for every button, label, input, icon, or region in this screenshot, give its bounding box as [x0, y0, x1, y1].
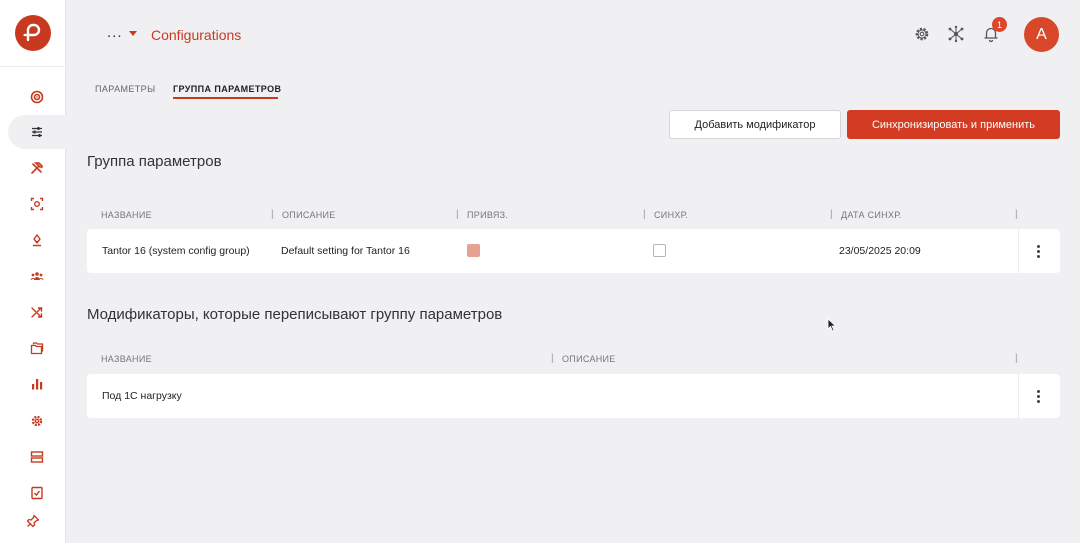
- row-divider: [1018, 229, 1019, 273]
- modifiers-section-title: Модификаторы, которые переписывают групп…: [87, 306, 503, 323]
- sidebar-item-servers[interactable]: [8, 440, 66, 474]
- row-name: Tantor 16 (system config group): [102, 245, 250, 257]
- network-icon[interactable]: [947, 25, 965, 43]
- row-name: Под 1С нагрузку: [102, 390, 182, 402]
- caret-down-icon: [128, 31, 137, 36]
- row-description: Default setting for Tantor 16: [281, 245, 410, 257]
- group-section-title: Группа параметров: [87, 153, 222, 170]
- sidebar-item-database[interactable]: [8, 223, 66, 257]
- gear-icon: [31, 415, 43, 427]
- sidebar-item-configurations[interactable]: [8, 115, 66, 149]
- column-separator: |: [643, 209, 646, 220]
- shuffle-icon: [31, 307, 43, 318]
- logo-icon: [23, 23, 41, 42]
- table-row[interactable]: Tantor 16 (system config group) Default …: [87, 229, 1060, 273]
- add-modifier-button[interactable]: Добавить модификатор: [669, 110, 841, 139]
- column-separator: |: [456, 209, 459, 220]
- column-separator: |: [1015, 209, 1018, 220]
- app-logo[interactable]: [15, 15, 51, 51]
- column-header-synced[interactable]: СИНХР.: [654, 210, 688, 220]
- linked-checkbox[interactable]: [467, 244, 480, 257]
- column-header-name[interactable]: НАЗВАНИЕ: [101, 354, 152, 364]
- sidebar-item-shuffle[interactable]: [8, 295, 66, 329]
- tab-parameter-group[interactable]: ГРУППА ПАРАМЕТРОВ: [173, 84, 281, 94]
- sliders-icon: [32, 127, 42, 137]
- avatar[interactable]: A: [1024, 17, 1059, 52]
- column-header-name[interactable]: НАЗВАНИЕ: [101, 210, 152, 220]
- synced-checkbox[interactable]: [653, 244, 666, 257]
- column-separator: |: [830, 209, 833, 220]
- mouse-cursor-icon: [827, 318, 837, 332]
- top-header: ... Configurations 1 A: [66, 0, 1080, 66]
- sidebar-divider: [0, 66, 66, 67]
- row-actions-kebab-icon[interactable]: [1030, 388, 1046, 404]
- notification-badge: 1: [992, 17, 1007, 32]
- page-title: Configurations: [151, 27, 242, 43]
- sidebar-item-analytics[interactable]: [8, 367, 66, 401]
- sidebar-item-settings[interactable]: [8, 404, 66, 438]
- database-icon: [33, 234, 41, 247]
- users-icon: [30, 272, 44, 280]
- column-separator: |: [271, 209, 274, 220]
- row-divider: [1018, 374, 1019, 418]
- sidebar: [0, 0, 66, 543]
- sync-apply-button[interactable]: Синхронизировать и применить: [847, 110, 1060, 139]
- server-icon: [30, 451, 44, 463]
- folders-icon: [30, 342, 44, 355]
- breadcrumb-menu[interactable]: ...: [107, 24, 137, 41]
- tab-parameters[interactable]: ПАРАМЕТРЫ: [95, 84, 155, 94]
- target-icon: [30, 90, 44, 104]
- active-tab-indicator: [173, 97, 278, 99]
- clipboard-check-icon: [31, 486, 43, 500]
- column-separator: |: [551, 353, 554, 364]
- row-sync-date: 23/05/2025 20:09: [839, 245, 921, 257]
- tools-icon: [31, 162, 43, 174]
- bar-chart-icon: [32, 379, 43, 390]
- settings-gear-icon[interactable]: [913, 25, 931, 43]
- column-header-linked[interactable]: ПРИВЯЗ.: [467, 210, 508, 220]
- sidebar-item-target[interactable]: [8, 80, 66, 114]
- scan-icon: [30, 197, 44, 211]
- sidebar-item-folders[interactable]: [8, 331, 66, 365]
- table-row[interactable]: Под 1С нагрузку: [87, 374, 1060, 418]
- sidebar-item-pin[interactable]: [0, 504, 66, 538]
- sidebar-item-users[interactable]: [8, 259, 66, 293]
- column-header-description[interactable]: ОПИСАНИЕ: [562, 354, 616, 364]
- sidebar-item-scan[interactable]: [8, 187, 66, 221]
- breadcrumb-dots: ...: [107, 24, 123, 41]
- column-header-sync-date[interactable]: ДАТА СИНХР.: [841, 210, 902, 220]
- column-separator: |: [1015, 353, 1018, 364]
- column-header-description[interactable]: ОПИСАНИЕ: [282, 210, 336, 220]
- row-actions-kebab-icon[interactable]: [1030, 243, 1046, 259]
- sidebar-item-tools[interactable]: [8, 151, 66, 185]
- pin-icon: [26, 514, 40, 528]
